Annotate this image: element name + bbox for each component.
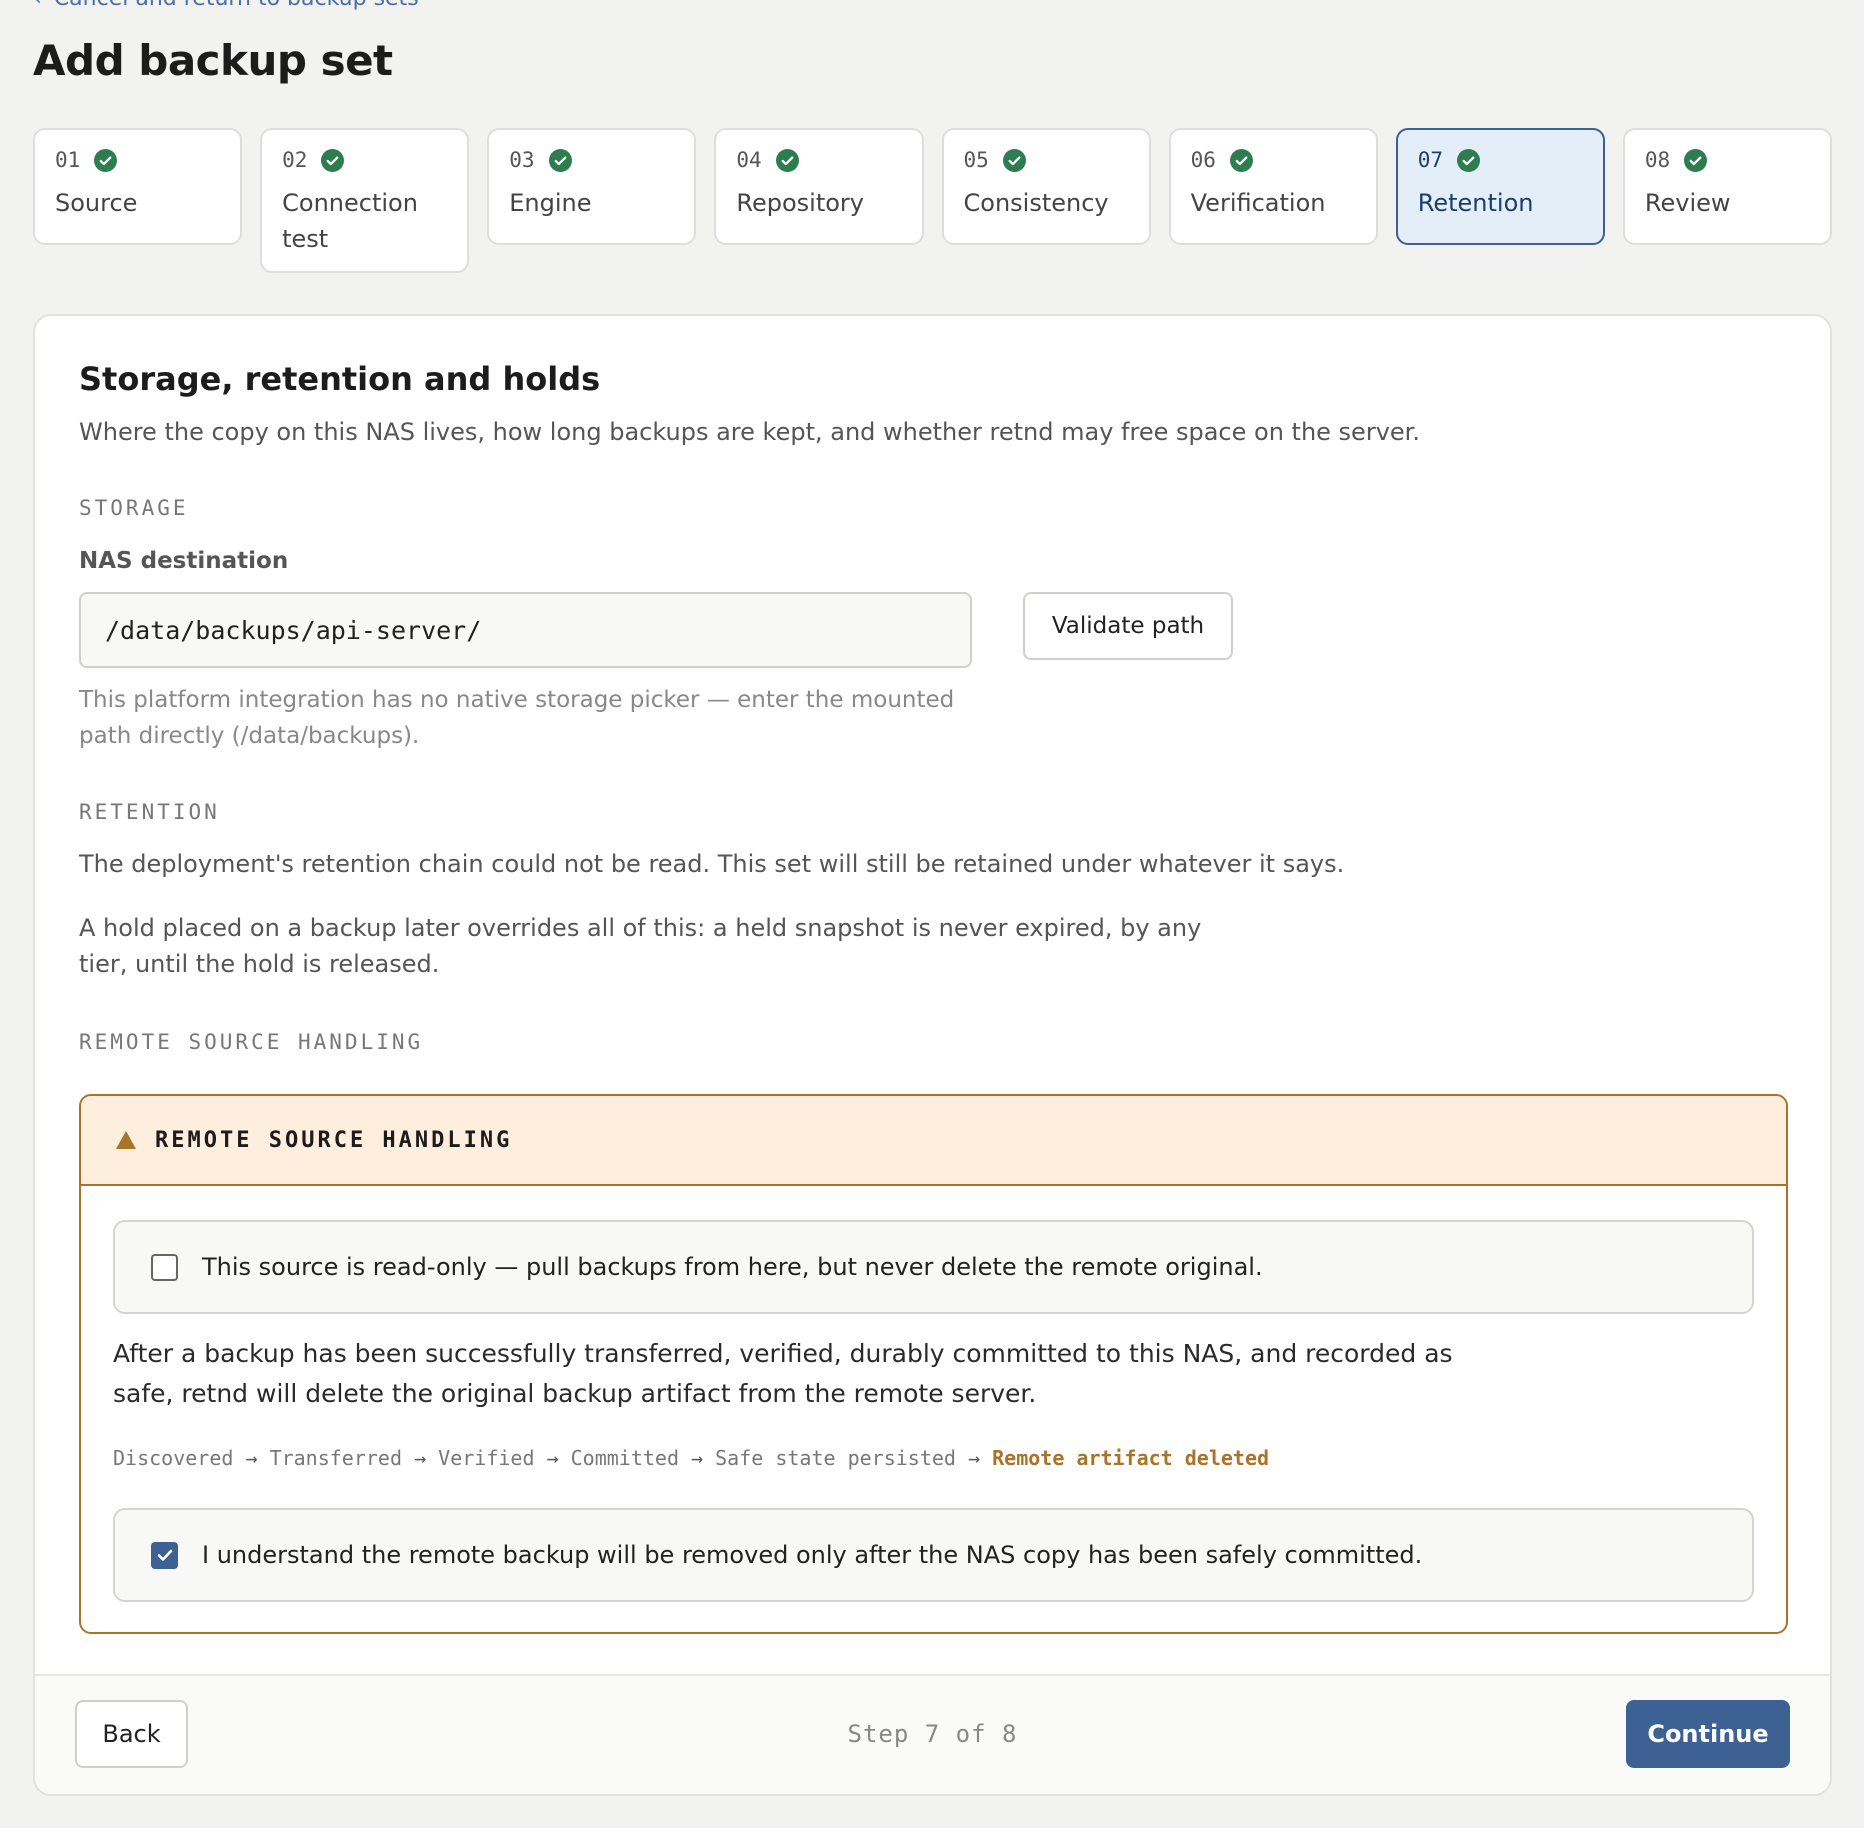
chevron-left-icon: ‹ [33, 0, 42, 11]
step-source[interactable]: 01 Source [33, 128, 243, 245]
step-verification[interactable]: 06 Verification [1168, 128, 1378, 245]
pipeline-stage: Verified [438, 1446, 535, 1470]
remote-source-warning: REMOTE SOURCE HANDLING This source is re… [79, 1094, 1788, 1634]
section-description: Where the copy on this NAS lives, how lo… [79, 418, 1420, 446]
step-review[interactable]: 08 Review [1622, 128, 1832, 245]
hold-note: A hold placed on a backup later override… [79, 914, 1202, 978]
step-label: Engine [509, 189, 592, 217]
step-retention[interactable]: 07 Retention [1395, 128, 1605, 245]
read-only-checkbox[interactable] [151, 1253, 178, 1281]
step-label: Review [1644, 189, 1731, 217]
step-label: Verification [1190, 189, 1326, 217]
pipeline-final-stage: Remote artifact deleted [992, 1446, 1270, 1470]
step-number: 05 [963, 148, 989, 172]
deletion-explanation: After a backup has been successfully tra… [113, 1339, 1453, 1408]
step-connection-test[interactable]: 02 Connection test [260, 128, 470, 273]
warning-header: REMOTE SOURCE HANDLING [81, 1096, 1786, 1186]
step-number: 07 [1417, 148, 1444, 172]
nas-destination-input[interactable] [79, 592, 972, 668]
check-circle-icon [1684, 148, 1708, 172]
back-to-backup-sets-link[interactable]: ‹ Cancel and return to backup sets [33, 0, 419, 11]
section-title: Storage, retention and holds [79, 360, 601, 398]
step-label: Source [55, 189, 138, 217]
deletion-pipeline: Discovered → Transferred → Verified → Co… [113, 1446, 1269, 1470]
read-only-option[interactable]: This source is read-only — pull backups … [113, 1220, 1754, 1314]
back-link-label: Cancel and return to backup sets [54, 0, 419, 11]
storage-hint: This platform integration has no native … [79, 687, 955, 749]
step-label: Consistency [963, 189, 1109, 217]
check-circle-icon [775, 148, 799, 172]
read-only-label: This source is read-only — pull backups … [202, 1253, 1263, 1281]
step-indicator: Step 7 of 8 [847, 1720, 1018, 1748]
wizard-footer: Back Step 7 of 8 Continue [35, 1674, 1830, 1794]
arrow-right-icon: → [546, 1446, 559, 1470]
step-number: 08 [1644, 148, 1671, 172]
nas-destination-label: NAS destination [79, 548, 289, 574]
wizard-stepper: 01 Source 02 Connection test 03 Engine 0… [33, 128, 1832, 273]
step-number: 03 [509, 148, 535, 172]
arrow-right-icon: → [414, 1446, 427, 1470]
step-consistency[interactable]: 05 Consistency [941, 128, 1151, 245]
continue-button[interactable]: Continue [1626, 1700, 1790, 1768]
pipeline-stage: Discovered [113, 1446, 234, 1470]
acknowledge-option[interactable]: I understand the remote backup will be r… [113, 1508, 1754, 1602]
retention-card: Storage, retention and holds Where the c… [33, 314, 1832, 1796]
check-circle-icon [548, 148, 572, 172]
check-circle-icon [1002, 148, 1026, 172]
checkmark-icon [157, 1549, 172, 1561]
step-label: Retention [1417, 189, 1534, 217]
retention-chain-note: The deployment's retention chain could n… [79, 850, 1345, 878]
storage-heading: STORAGE [79, 496, 189, 520]
arrow-right-icon: → [691, 1446, 704, 1470]
pipeline-stage: Committed [570, 1446, 679, 1470]
step-number: 01 [55, 148, 81, 172]
arrow-right-icon: → [968, 1446, 981, 1470]
acknowledge-checkbox[interactable] [151, 1541, 178, 1569]
step-number: 06 [1190, 148, 1216, 172]
step-repository[interactable]: 04 Repository [714, 128, 924, 245]
pipeline-stage: Transferred [269, 1446, 403, 1470]
check-circle-icon [1457, 148, 1481, 172]
step-label: Repository [736, 189, 864, 217]
step-number: 04 [736, 148, 762, 172]
remote-source-heading: REMOTE SOURCE HANDLING [79, 1030, 424, 1054]
acknowledge-label: I understand the remote backup will be r… [202, 1541, 1423, 1569]
step-engine[interactable]: 03 Engine [487, 128, 697, 245]
pipeline-stage: Safe state persisted [715, 1446, 956, 1470]
warning-triangle-icon [116, 1131, 136, 1149]
check-circle-icon [1229, 148, 1253, 172]
step-number: 02 [282, 148, 308, 172]
retention-heading: RETENTION [79, 800, 220, 824]
page-title: Add backup set [33, 36, 393, 85]
warning-title: REMOTE SOURCE HANDLING [155, 1127, 513, 1153]
arrow-right-icon: → [245, 1446, 258, 1470]
validate-path-button[interactable]: Validate path [1023, 592, 1233, 660]
step-label: Connection test [282, 189, 418, 253]
check-circle-icon [94, 148, 118, 172]
check-circle-icon [321, 148, 345, 172]
